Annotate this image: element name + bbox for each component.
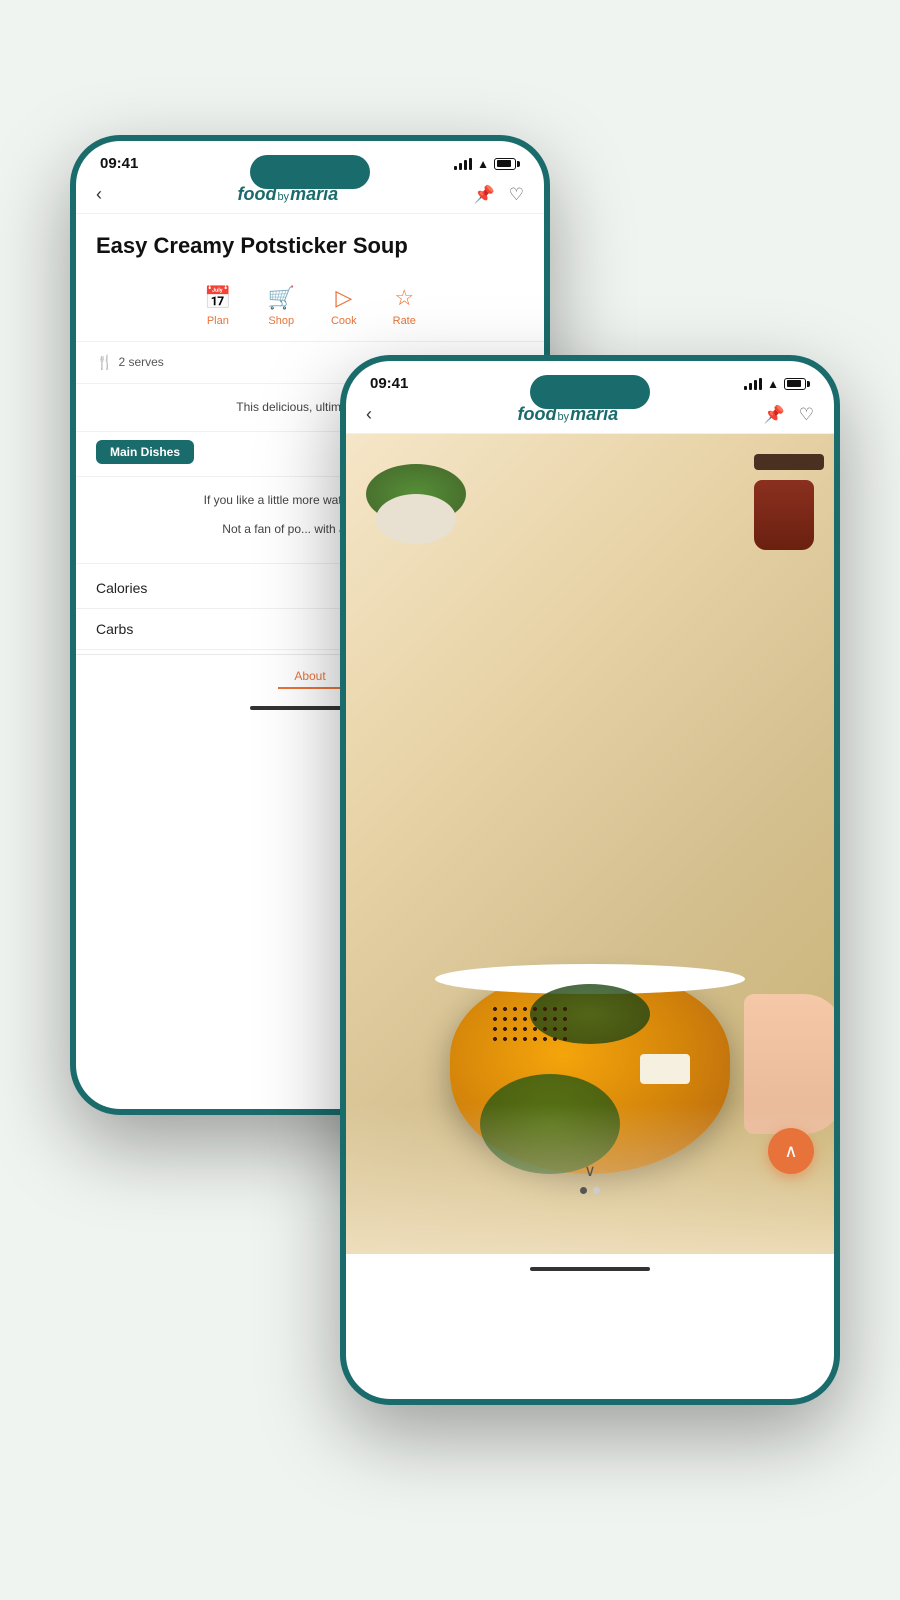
- herbs-bowl-base: [376, 494, 456, 544]
- back-button-back[interactable]: ‹: [96, 184, 102, 205]
- wifi-icon-front: ▲: [767, 377, 779, 391]
- tag-badge[interactable]: Main Dishes: [96, 440, 194, 464]
- calories-label: Calories: [96, 580, 147, 596]
- status-icons-front: ▲: [744, 377, 810, 391]
- heart-icon-front[interactable]: ♡: [799, 405, 814, 425]
- status-icons-back: ▲: [454, 157, 520, 171]
- plan-label: Plan: [207, 315, 229, 327]
- cook-icon: ▷: [335, 285, 352, 311]
- nav-icons-back: 📌 ♡: [474, 185, 524, 205]
- wifi-icon: ▲: [477, 157, 489, 171]
- rate-icon: ☆: [394, 285, 414, 311]
- action-cook[interactable]: ▷ Cook: [331, 285, 357, 327]
- action-shop[interactable]: 🛒 Shop: [268, 285, 295, 327]
- scene: 09:41 ▲ ‹ food by ma: [50, 75, 850, 1525]
- soup-background: [346, 434, 834, 1254]
- jar-lid: [754, 454, 824, 470]
- cook-label: Cook: [331, 315, 357, 327]
- home-bar-front: [530, 1267, 650, 1271]
- phone-back-notch: [250, 155, 370, 189]
- signal-icon-front: [744, 378, 762, 390]
- battery-icon-front: [784, 378, 810, 390]
- action-row: 📅 Plan 🛒 Shop ▷ Cook ☆ Rate: [76, 275, 544, 342]
- scroll-dot-1: [580, 1187, 587, 1194]
- scroll-dots: [580, 1187, 600, 1194]
- phone-front: 09:41 ▲ ‹ food by ma: [340, 355, 840, 1405]
- scroll-arrow-icon: ∨: [580, 1161, 600, 1181]
- jar-body: [754, 480, 814, 550]
- plan-icon: 📅: [204, 285, 231, 311]
- scroll-dot-2: [593, 1187, 600, 1194]
- food-photo-container: ∧ ∨: [346, 434, 834, 1254]
- rate-label: Rate: [393, 315, 416, 327]
- status-time-front: 09:41: [370, 375, 408, 392]
- logo-by-front: by: [557, 411, 569, 423]
- back-button-front[interactable]: ‹: [366, 404, 372, 425]
- home-indicator-front: [346, 1254, 834, 1284]
- action-rate[interactable]: ☆ Rate: [393, 285, 416, 327]
- logo-by: by: [277, 191, 289, 203]
- scroll-up-fab[interactable]: ∧: [768, 1128, 814, 1174]
- serves-meta: 🍴 2 serves: [96, 354, 164, 371]
- nav-icons-front: 📌 ♡: [764, 405, 814, 425]
- signal-icon: [454, 158, 472, 170]
- spice-dots: [490, 1004, 570, 1044]
- scroll-indicator: ∨: [580, 1161, 600, 1194]
- heart-icon-back[interactable]: ♡: [509, 185, 524, 205]
- phone-front-inner: 09:41 ▲ ‹ food by ma: [346, 361, 834, 1399]
- fab-icon: ∧: [784, 1141, 797, 1162]
- battery-icon: [494, 158, 520, 170]
- serves-text: 2 serves: [118, 355, 163, 369]
- shop-icon: 🛒: [268, 285, 295, 311]
- tofu-pieces: [640, 1054, 690, 1084]
- sauce-jar: [754, 454, 824, 544]
- action-plan[interactable]: 📅 Plan: [204, 285, 231, 327]
- tab-about-label: About: [294, 669, 325, 683]
- status-time-back: 09:41: [100, 155, 138, 172]
- carbs-label: Carbs: [96, 621, 133, 637]
- pin-icon-front[interactable]: 📌: [764, 405, 785, 425]
- recipe-title: Easy Creamy Potsticker Soup: [76, 214, 544, 275]
- pin-icon-back[interactable]: 📌: [474, 185, 495, 205]
- herbs-bowl: [366, 464, 466, 544]
- tab-about[interactable]: About: [278, 665, 341, 689]
- serves-icon: 🍴: [96, 354, 113, 371]
- shop-label: Shop: [268, 315, 294, 327]
- phone-front-notch: [530, 375, 650, 409]
